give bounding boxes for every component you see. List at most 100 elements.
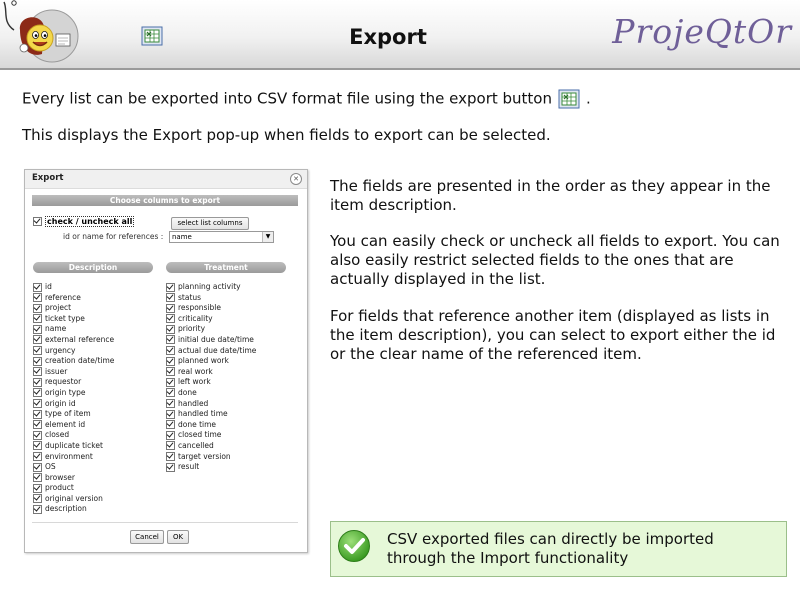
field-checkbox-item[interactable]: planned work: [166, 356, 256, 367]
field-checkbox-item[interactable]: original version: [33, 494, 114, 505]
field-label: left work: [178, 377, 211, 387]
field-checkbox-item[interactable]: origin type: [33, 388, 114, 399]
field-checkbox-item[interactable]: id: [33, 282, 114, 293]
field-label: reference: [45, 292, 81, 302]
field-checkbox-item[interactable]: cancelled: [166, 441, 256, 452]
checkbox-icon[interactable]: [166, 441, 175, 451]
checkbox-icon[interactable]: [166, 356, 175, 366]
field-checkbox-item[interactable]: real work: [166, 367, 256, 378]
checkbox-icon[interactable]: [33, 409, 42, 419]
ok-button[interactable]: OK: [167, 530, 189, 544]
checkbox-icon[interactable]: [166, 462, 175, 472]
checkbox-icon[interactable]: [33, 356, 42, 366]
field-checkbox-item[interactable]: requestor: [33, 377, 114, 388]
field-checkbox-item[interactable]: result: [166, 462, 256, 473]
check-all-checkbox[interactable]: check / uncheck all: [33, 216, 135, 227]
note-text-line-2: through the Import functionality: [387, 549, 629, 567]
checkbox-icon[interactable]: [33, 303, 42, 313]
checkbox-icon[interactable]: [33, 452, 42, 461]
cancel-button[interactable]: Cancel: [130, 530, 164, 544]
reference-label: id or name for references :: [63, 232, 164, 241]
checkbox-icon[interactable]: [33, 399, 42, 409]
field-checkbox-item[interactable]: actual due date/time: [166, 346, 256, 357]
field-checkbox-item[interactable]: description: [33, 504, 114, 515]
checkbox-icon[interactable]: [166, 293, 175, 303]
checkbox-icon[interactable]: [33, 483, 42, 493]
field-checkbox-item[interactable]: browser: [33, 473, 114, 484]
field-checkbox-item[interactable]: status: [166, 293, 256, 304]
checkbox-icon[interactable]: [33, 462, 42, 472]
checkbox-icon[interactable]: [33, 314, 42, 324]
checkbox-icon[interactable]: [166, 377, 175, 387]
field-checkbox-item[interactable]: environment: [33, 452, 114, 463]
field-checkbox-item[interactable]: creation date/time: [33, 356, 114, 367]
field-checkbox-item[interactable]: reference: [33, 293, 114, 304]
field-checkbox-item[interactable]: criticality: [166, 314, 256, 325]
field-checkbox-item[interactable]: left work: [166, 377, 256, 388]
checkbox-icon[interactable]: [33, 420, 42, 430]
select-list-columns-button[interactable]: select list columns: [171, 217, 249, 230]
field-checkbox-item[interactable]: closed: [33, 430, 114, 441]
field-checkbox-item[interactable]: closed time: [166, 430, 256, 441]
field-checkbox-item[interactable]: issuer: [33, 367, 114, 378]
checkbox-icon[interactable]: [33, 430, 42, 440]
reference-select[interactable]: name ▼: [169, 231, 274, 243]
field-checkbox-item[interactable]: ticket type: [33, 314, 114, 325]
checkbox-icon[interactable]: [33, 346, 42, 356]
field-checkbox-item[interactable]: duplicate ticket: [33, 441, 114, 452]
field-checkbox-item[interactable]: handled: [166, 399, 256, 410]
description-fields-list: id reference project ticket type name externa…: [33, 282, 114, 515]
field-checkbox-item[interactable]: project: [33, 303, 114, 314]
intro-line-1: Every list can be exported into CSV form…: [22, 89, 591, 109]
field-checkbox-item[interactable]: planning activity: [166, 282, 256, 293]
checkbox-icon[interactable]: [33, 388, 42, 398]
checkbox-icon[interactable]: [33, 377, 42, 387]
field-checkbox-item[interactable]: done time: [166, 420, 256, 431]
checkbox-icon[interactable]: [166, 388, 175, 398]
checkbox-icon[interactable]: [33, 441, 42, 451]
checkbox-icon[interactable]: [33, 335, 42, 345]
field-checkbox-item[interactable]: product: [33, 483, 114, 494]
field-checkbox-item[interactable]: responsible: [166, 303, 256, 314]
checkbox-icon[interactable]: [166, 303, 175, 313]
field-checkbox-item[interactable]: done: [166, 388, 256, 399]
checkbox-icon[interactable]: [166, 430, 175, 440]
checkbox-icon[interactable]: [166, 367, 175, 377]
checkbox-icon[interactable]: [166, 282, 175, 292]
field-checkbox-item[interactable]: handled time: [166, 409, 256, 420]
field-checkbox-item[interactable]: initial due date/time: [166, 335, 256, 346]
field-checkbox-item[interactable]: external reference: [33, 335, 114, 346]
checkbox-icon[interactable]: [33, 504, 42, 514]
checkbox-icon[interactable]: [33, 282, 42, 292]
checkbox-icon[interactable]: [166, 324, 175, 334]
chevron-down-icon[interactable]: ▼: [262, 232, 273, 242]
field-label: ticket type: [45, 313, 85, 323]
close-icon[interactable]: ✕: [290, 173, 302, 185]
field-checkbox-item[interactable]: origin id: [33, 399, 114, 410]
checkbox-icon[interactable]: [166, 399, 175, 409]
checkbox-icon[interactable]: [166, 420, 175, 430]
field-label: actual due date/time: [178, 345, 257, 355]
checkbox-icon[interactable]: [33, 494, 42, 504]
checkbox-icon[interactable]: [166, 346, 175, 356]
checkbox-icon[interactable]: [33, 324, 42, 334]
intro-period: .: [586, 89, 591, 108]
field-label: duplicate ticket: [45, 440, 103, 450]
checkbox-icon[interactable]: [166, 409, 175, 419]
checkbox-icon[interactable]: [166, 314, 175, 324]
checkbox-icon[interactable]: [33, 293, 42, 303]
field-checkbox-item[interactable]: priority: [166, 324, 256, 335]
reference-select-value: name: [172, 233, 192, 241]
checkbox-icon[interactable]: [33, 367, 42, 377]
checkbox-icon[interactable]: [33, 473, 42, 483]
checkbox-icon[interactable]: [166, 335, 175, 345]
field-checkbox-item[interactable]: name: [33, 324, 114, 335]
field-checkbox-item[interactable]: target version: [166, 452, 256, 463]
field-checkbox-item[interactable]: type of item: [33, 409, 114, 420]
field-checkbox-item[interactable]: OS: [33, 462, 114, 473]
checkbox-icon[interactable]: [166, 452, 175, 461]
field-checkbox-item[interactable]: urgency: [33, 346, 114, 357]
field-label: result: [178, 462, 200, 472]
field-checkbox-item[interactable]: element id: [33, 420, 114, 431]
checkbox-icon[interactable]: [33, 217, 42, 226]
